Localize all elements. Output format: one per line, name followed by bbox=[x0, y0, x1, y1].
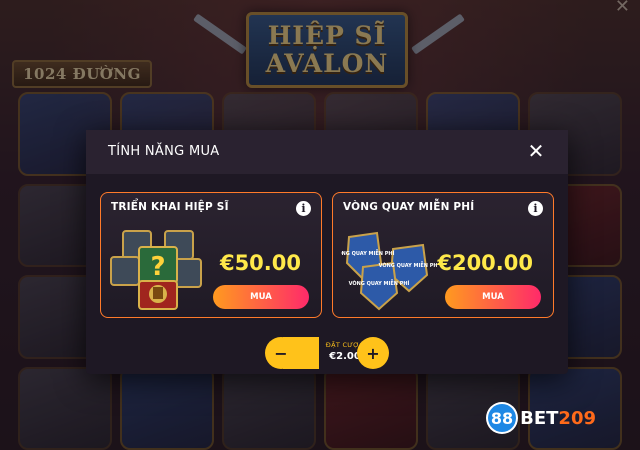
info-icon[interactable]: i bbox=[528, 201, 543, 216]
free-spins-shield-icon: VÒNG QUAY MIỄN PHÍ VÒNG QUAY MIỄN PHÍ VÒ… bbox=[341, 231, 437, 311]
feature-card-free-spins: VÒNG QUAY MIỄN PHÍ i VÒNG QUAY MIỄN PHÍ … bbox=[332, 192, 554, 318]
svg-text:?: ? bbox=[150, 252, 165, 282]
brand-text-b: 209 bbox=[558, 407, 596, 429]
buy-button[interactable]: MUA bbox=[445, 285, 541, 309]
modal-header: TÍNH NĂNG MUA ✕ bbox=[86, 130, 568, 174]
feature-card-knights: TRIỂN KHAI HIỆP SĨ i ? €50.00 MUA bbox=[100, 192, 322, 318]
brand-text-a: BET bbox=[520, 407, 559, 429]
feature-price: €50.00 bbox=[219, 251, 301, 275]
feature-price: €200.00 bbox=[437, 251, 533, 275]
shield-label: VÒNG QUAY MIỄN PHÍ bbox=[341, 249, 395, 257]
modal-title: TÍNH NĂNG MUA bbox=[108, 144, 220, 159]
shield-label: VÒNG QUAY MIỄN PHÍ bbox=[349, 279, 410, 287]
brand-badge: 88 bbox=[486, 402, 519, 434]
shield-label: VÒNG QUAY MIỄN PHÍ bbox=[379, 261, 437, 269]
feature-buy-modal: TÍNH NĂNG MUA ✕ TRIỂN KHAI HIỆP SĨ i ? €… bbox=[86, 130, 568, 374]
bet-stepper: ĐẶT CƯỢC €2.00 − + bbox=[265, 337, 389, 369]
feature-title: VÒNG QUAY MIỄN PHÍ bbox=[343, 201, 475, 213]
brand-text: BET209 bbox=[520, 408, 596, 429]
buy-button[interactable]: MUA bbox=[213, 285, 309, 309]
increase-bet-button[interactable]: + bbox=[357, 337, 389, 369]
close-icon[interactable]: ✕ bbox=[526, 140, 546, 162]
brand-watermark: 88 BET209 bbox=[486, 400, 596, 436]
feature-title: TRIỂN KHAI HIỆP SĨ bbox=[111, 201, 229, 213]
decrease-bet-button[interactable]: − bbox=[265, 337, 297, 369]
knight-mystery-icon: ? bbox=[110, 230, 202, 310]
info-icon[interactable]: i bbox=[296, 201, 311, 216]
